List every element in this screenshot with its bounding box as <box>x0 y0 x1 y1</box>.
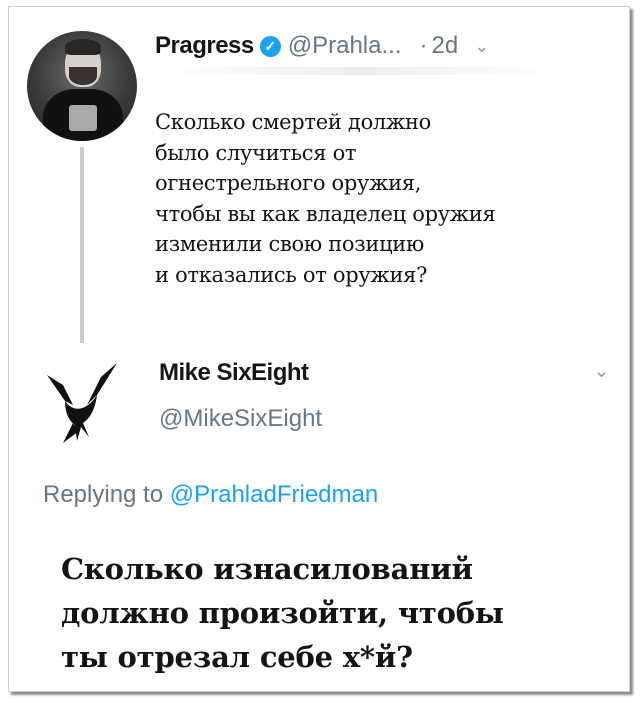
avatar-beard <box>69 67 97 85</box>
reply-tweet-text: Сколько изнасилований должно произойти, … <box>61 552 504 674</box>
tweet-timestamp[interactable]: 2d <box>432 32 459 60</box>
original-author-handle[interactable]: @Prahla... <box>288 32 402 60</box>
avatar-hair <box>65 39 101 55</box>
thread-connector-line <box>80 147 84 343</box>
replying-to-line: Replying to @PrahladFriedman <box>43 481 378 509</box>
replying-to-mention-link[interactable]: @PrahladFriedman <box>170 481 378 508</box>
verified-check-icon: ✓ <box>259 35 281 57</box>
avatar-shirt-print <box>69 105 97 131</box>
raven-wing-right <box>87 363 117 405</box>
tweet-separator: · <box>419 32 428 59</box>
original-tweet-text: Сколько смертей должно было случиться от… <box>155 110 496 287</box>
chevron-down-icon[interactable]: ⌄ <box>474 36 489 57</box>
replying-to-prefix: Replying to <box>43 481 164 508</box>
original-author-name[interactable]: Pragress <box>155 32 254 60</box>
reply-author-name[interactable]: Mike SixEight <box>159 359 309 387</box>
original-author-avatar[interactable] <box>27 31 137 141</box>
raven-wing-left <box>47 375 73 405</box>
reply-author-handle[interactable]: @MikeSixEight <box>159 405 322 433</box>
original-tweet-header: Pragress ✓ @Prahla... · 2d ⌄ <box>155 29 615 63</box>
screenshot-frame: Pragress ✓ @Prahla... · 2d ⌄ Сколько сме… <box>8 6 630 692</box>
chevron-down-icon[interactable]: ⌄ <box>594 361 609 382</box>
faded-divider <box>159 67 559 75</box>
raven-avatar-icon[interactable] <box>43 361 123 447</box>
